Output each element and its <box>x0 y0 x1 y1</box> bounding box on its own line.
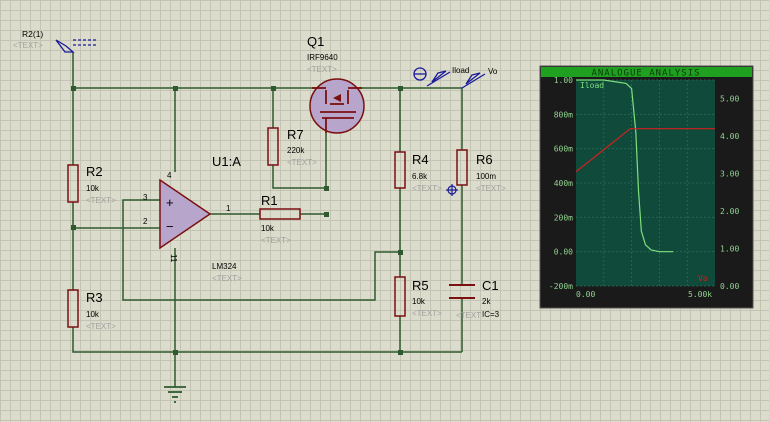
r5-ref: R5 <box>412 278 429 293</box>
q1-mosfet[interactable] <box>309 78 365 134</box>
c1-ref: C1 <box>482 278 499 293</box>
terminal-r2-1[interactable] <box>55 39 96 53</box>
left-tick-label: -200m <box>549 282 573 291</box>
left-tick-label: 200m <box>554 213 573 222</box>
r3-ref: R3 <box>86 290 103 305</box>
r7-text: <TEXT> <box>287 158 317 167</box>
r5-resistor[interactable] <box>394 276 406 317</box>
r3-value: 10k <box>86 310 100 319</box>
minus-sign: − <box>166 219 174 234</box>
r6-value: 100m <box>476 172 496 181</box>
iload-current-probe[interactable] <box>413 67 451 87</box>
ground-symbol <box>164 386 186 403</box>
r4-value: 6.8k <box>412 172 428 181</box>
pin-1: 1 <box>226 204 231 213</box>
q1-value: IRF9640 <box>307 53 338 62</box>
u1-value: LM324 <box>212 262 237 271</box>
vo-axis-label: Vo <box>698 274 708 283</box>
r5-text: <TEXT> <box>412 309 442 318</box>
r2-ref: R2 <box>86 164 103 179</box>
left-tick-label: 0.00 <box>554 248 573 257</box>
iload-trace-label: Iload <box>580 81 604 90</box>
r3-text: <TEXT> <box>86 322 116 331</box>
u1-ref: U1:A <box>212 154 241 169</box>
pin-4: 4 <box>167 171 172 180</box>
r1-ref: R1 <box>261 193 278 208</box>
iload-probe-label: Iload <box>452 66 469 75</box>
u1-opamp[interactable]: + − <box>159 178 212 250</box>
r6-resistor[interactable] <box>456 149 468 186</box>
right-tick-label: 4.00 <box>720 132 739 141</box>
q1-text: <TEXT> <box>307 65 337 74</box>
plus-sign: + <box>166 195 174 210</box>
left-tick-label: 400m <box>554 179 573 188</box>
r6-ref: R6 <box>476 152 493 167</box>
r4-resistor[interactable] <box>394 151 406 189</box>
r7-resistor[interactable] <box>267 127 279 166</box>
r6-probe-crosshair <box>446 184 458 196</box>
r7-value: 220k <box>287 146 305 155</box>
pin-11: 11 <box>169 254 178 263</box>
right-tick-label: 1.00 <box>720 245 739 254</box>
r5-value: 10k <box>412 297 426 306</box>
r4-text: <TEXT> <box>412 184 442 193</box>
x-tick-1: 5.00k <box>688 290 712 299</box>
terminal-label: R2(1) <box>22 29 43 39</box>
u1-text: <TEXT> <box>212 274 242 283</box>
graph-title: ANALOGUE ANALYSIS <box>591 69 700 79</box>
r1-value: 10k <box>261 224 275 233</box>
right-tick-label: 5.00 <box>720 95 739 104</box>
schematic-drawing[interactable]: + − R2(1) <TEXT> Q1 IRF9640 <TEXT> R7 22… <box>0 0 769 422</box>
vo-probe-label: Vo <box>488 67 498 76</box>
terminal-text: <TEXT> <box>13 41 43 50</box>
r2-value: 10k <box>86 184 100 193</box>
r1-text: <TEXT> <box>261 236 291 245</box>
schematic-canvas[interactable]: + − R2(1) <TEXT> Q1 IRF9640 <TEXT> R7 22… <box>0 0 769 422</box>
r1-resistor[interactable] <box>259 208 301 220</box>
left-tick-label: 800m <box>554 110 573 119</box>
right-tick-label: 2.00 <box>720 207 739 216</box>
pin-2: 2 <box>143 217 148 226</box>
right-tick-label: 3.00 <box>720 170 739 179</box>
x-tick-0: 0.00 <box>576 290 595 299</box>
left-tick-label: 600m <box>554 145 573 154</box>
analogue-analysis-graph[interactable]: ANALOGUE ANALYSIS 1.00 800m 600m 400m 200m 0.… <box>539 65 754 309</box>
r4-ref: R4 <box>412 152 429 167</box>
r6-text: <TEXT> <box>476 184 506 193</box>
pin-3: 3 <box>143 193 148 202</box>
r3-resistor[interactable] <box>67 289 79 328</box>
c1-text: <TEXT> <box>456 311 486 320</box>
c1-capacitor[interactable] <box>449 284 475 299</box>
left-tick-label: 1.00 <box>554 76 573 85</box>
r2-text: <TEXT> <box>86 196 116 205</box>
r7-ref: R7 <box>287 127 304 142</box>
q1-ref: Q1 <box>307 34 324 49</box>
vo-voltage-probe[interactable] <box>461 72 486 89</box>
c1-value: 2k <box>482 297 491 306</box>
right-tick-label: 0.00 <box>720 282 739 291</box>
r2-resistor[interactable] <box>67 164 79 203</box>
